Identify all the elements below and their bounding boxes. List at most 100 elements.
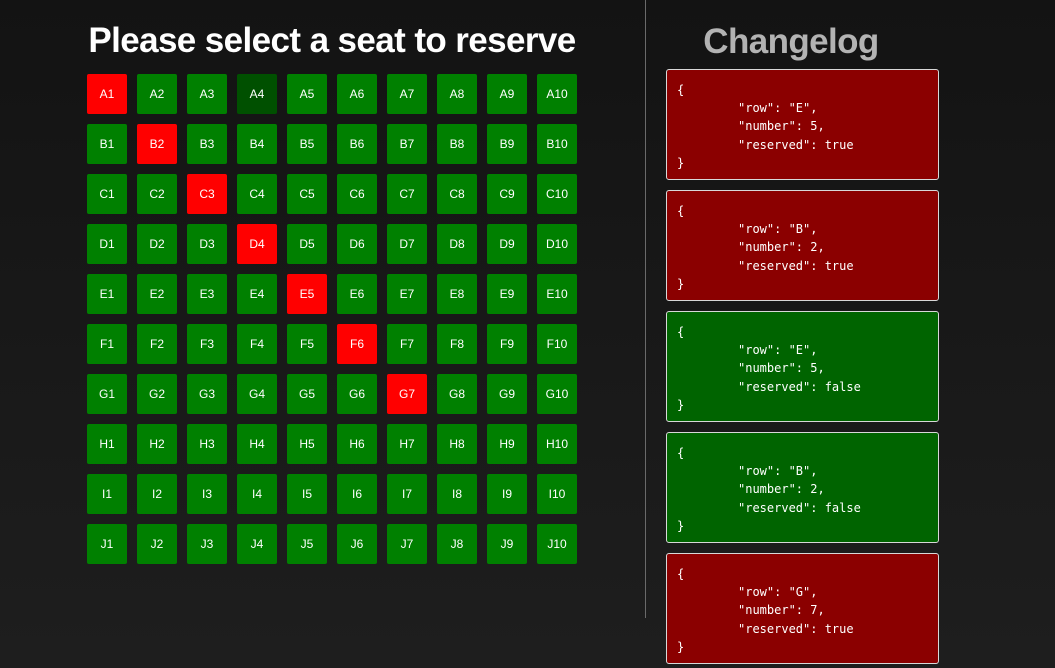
seat-g3[interactable]: G3: [187, 374, 227, 414]
seat-b2[interactable]: B2: [137, 124, 177, 164]
seat-c2[interactable]: C2: [137, 174, 177, 214]
seat-e5[interactable]: E5: [287, 274, 327, 314]
seat-j2[interactable]: J2: [137, 524, 177, 564]
seat-i6[interactable]: I6: [337, 474, 377, 514]
seat-a2[interactable]: A2: [137, 74, 177, 114]
seat-b5[interactable]: B5: [287, 124, 327, 164]
seat-g1[interactable]: G1: [87, 374, 127, 414]
seat-e8[interactable]: E8: [437, 274, 477, 314]
seat-g6[interactable]: G6: [337, 374, 377, 414]
seat-c8[interactable]: C8: [437, 174, 477, 214]
seat-h2[interactable]: H2: [137, 424, 177, 464]
seat-i4[interactable]: I4: [237, 474, 277, 514]
seat-j9[interactable]: J9: [487, 524, 527, 564]
seat-d8[interactable]: D8: [437, 224, 477, 264]
seat-i3[interactable]: I3: [187, 474, 227, 514]
seat-b6[interactable]: B6: [337, 124, 377, 164]
seat-c4[interactable]: C4: [237, 174, 277, 214]
seat-f4[interactable]: F4: [237, 324, 277, 364]
seat-f9[interactable]: F9: [487, 324, 527, 364]
seat-h5[interactable]: H5: [287, 424, 327, 464]
seat-g9[interactable]: G9: [487, 374, 527, 414]
seat-c7[interactable]: C7: [387, 174, 427, 214]
seat-j8[interactable]: J8: [437, 524, 477, 564]
seat-e7[interactable]: E7: [387, 274, 427, 314]
seat-j6[interactable]: J6: [337, 524, 377, 564]
seat-g10[interactable]: G10: [537, 374, 577, 414]
seat-b1[interactable]: B1: [87, 124, 127, 164]
seat-i10[interactable]: I10: [537, 474, 577, 514]
seat-e3[interactable]: E3: [187, 274, 227, 314]
seat-a5[interactable]: A5: [287, 74, 327, 114]
seat-f1[interactable]: F1: [87, 324, 127, 364]
seat-e4[interactable]: E4: [237, 274, 277, 314]
seat-g4[interactable]: G4: [237, 374, 277, 414]
seat-j3[interactable]: J3: [187, 524, 227, 564]
seat-a9[interactable]: A9: [487, 74, 527, 114]
seat-a6[interactable]: A6: [337, 74, 377, 114]
seat-b4[interactable]: B4: [237, 124, 277, 164]
seat-a4[interactable]: A4: [237, 74, 277, 114]
seat-i9[interactable]: I9: [487, 474, 527, 514]
seat-b3[interactable]: B3: [187, 124, 227, 164]
seat-d1[interactable]: D1: [87, 224, 127, 264]
seat-c5[interactable]: C5: [287, 174, 327, 214]
seat-h10[interactable]: H10: [537, 424, 577, 464]
seat-j1[interactable]: J1: [87, 524, 127, 564]
seat-a7[interactable]: A7: [387, 74, 427, 114]
seat-g5[interactable]: G5: [287, 374, 327, 414]
seat-e10[interactable]: E10: [537, 274, 577, 314]
seat-e9[interactable]: E9: [487, 274, 527, 314]
seat-a8[interactable]: A8: [437, 74, 477, 114]
seat-c6[interactable]: C6: [337, 174, 377, 214]
seat-f2[interactable]: F2: [137, 324, 177, 364]
seat-j5[interactable]: J5: [287, 524, 327, 564]
seat-d5[interactable]: D5: [287, 224, 327, 264]
seat-e6[interactable]: E6: [337, 274, 377, 314]
seat-h8[interactable]: H8: [437, 424, 477, 464]
seat-c9[interactable]: C9: [487, 174, 527, 214]
seat-f6[interactable]: F6: [337, 324, 377, 364]
seat-g7[interactable]: G7: [387, 374, 427, 414]
seat-h1[interactable]: H1: [87, 424, 127, 464]
seat-e2[interactable]: E2: [137, 274, 177, 314]
seat-h9[interactable]: H9: [487, 424, 527, 464]
seat-g2[interactable]: G2: [137, 374, 177, 414]
seat-h3[interactable]: H3: [187, 424, 227, 464]
seat-h4[interactable]: H4: [237, 424, 277, 464]
seat-c3[interactable]: C3: [187, 174, 227, 214]
seat-a3[interactable]: A3: [187, 74, 227, 114]
seat-c1[interactable]: C1: [87, 174, 127, 214]
seat-b8[interactable]: B8: [437, 124, 477, 164]
seat-i2[interactable]: I2: [137, 474, 177, 514]
seat-f8[interactable]: F8: [437, 324, 477, 364]
seat-i8[interactable]: I8: [437, 474, 477, 514]
seat-d4[interactable]: D4: [237, 224, 277, 264]
seat-f5[interactable]: F5: [287, 324, 327, 364]
seat-g8[interactable]: G8: [437, 374, 477, 414]
seat-b7[interactable]: B7: [387, 124, 427, 164]
seat-d7[interactable]: D7: [387, 224, 427, 264]
seat-h7[interactable]: H7: [387, 424, 427, 464]
seat-d9[interactable]: D9: [487, 224, 527, 264]
seat-e1[interactable]: E1: [87, 274, 127, 314]
seat-j4[interactable]: J4: [237, 524, 277, 564]
seat-b10[interactable]: B10: [537, 124, 577, 164]
seat-c10[interactable]: C10: [537, 174, 577, 214]
seat-j10[interactable]: J10: [537, 524, 577, 564]
seat-d2[interactable]: D2: [137, 224, 177, 264]
seat-i7[interactable]: I7: [387, 474, 427, 514]
seat-a10[interactable]: A10: [537, 74, 577, 114]
seat-h6[interactable]: H6: [337, 424, 377, 464]
seat-b9[interactable]: B9: [487, 124, 527, 164]
seat-f7[interactable]: F7: [387, 324, 427, 364]
seat-f10[interactable]: F10: [537, 324, 577, 364]
seat-a1[interactable]: A1: [87, 74, 127, 114]
seat-d10[interactable]: D10: [537, 224, 577, 264]
seat-d3[interactable]: D3: [187, 224, 227, 264]
seat-j7[interactable]: J7: [387, 524, 427, 564]
seat-d6[interactable]: D6: [337, 224, 377, 264]
seat-i1[interactable]: I1: [87, 474, 127, 514]
seat-i5[interactable]: I5: [287, 474, 327, 514]
seat-f3[interactable]: F3: [187, 324, 227, 364]
